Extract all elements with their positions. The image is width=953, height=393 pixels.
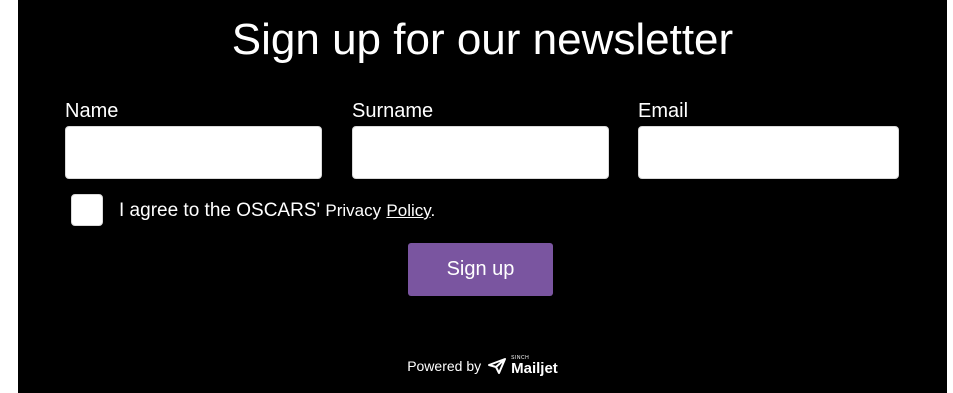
email-label: Email bbox=[638, 100, 689, 122]
surname-input[interactable] bbox=[352, 126, 609, 179]
consent-privacy: Privacy bbox=[325, 201, 382, 220]
powered-by-footer: Powered by SINCH Mailjet bbox=[18, 356, 947, 377]
consent-suffix: . bbox=[430, 201, 436, 220]
mailjet-logo[interactable]: SINCH Mailjet bbox=[487, 356, 558, 376]
email-input[interactable] bbox=[638, 126, 899, 179]
mailjet-wordmark: SINCH Mailjet bbox=[511, 356, 558, 377]
name-label: Name bbox=[65, 100, 119, 122]
paper-plane-icon bbox=[488, 358, 507, 374]
powered-by-text: Powered by bbox=[407, 358, 482, 374]
sign-up-button[interactable]: Sign up bbox=[408, 243, 553, 296]
consent-checkbox[interactable] bbox=[71, 194, 103, 226]
consent-prefix: I agree to the OSCARS' bbox=[119, 200, 321, 221]
surname-label: Surname bbox=[352, 100, 434, 122]
mailjet-label: Mailjet bbox=[511, 360, 558, 377]
newsletter-panel: Sign up for our newsletter Name Surname … bbox=[18, 0, 947, 393]
privacy-policy-link[interactable]: Policy bbox=[386, 201, 430, 220]
name-input[interactable] bbox=[65, 126, 322, 179]
form-title: Sign up for our newsletter bbox=[231, 15, 734, 64]
consent-text: I agree to the OSCARS' Privacy Policy. bbox=[119, 199, 435, 223]
